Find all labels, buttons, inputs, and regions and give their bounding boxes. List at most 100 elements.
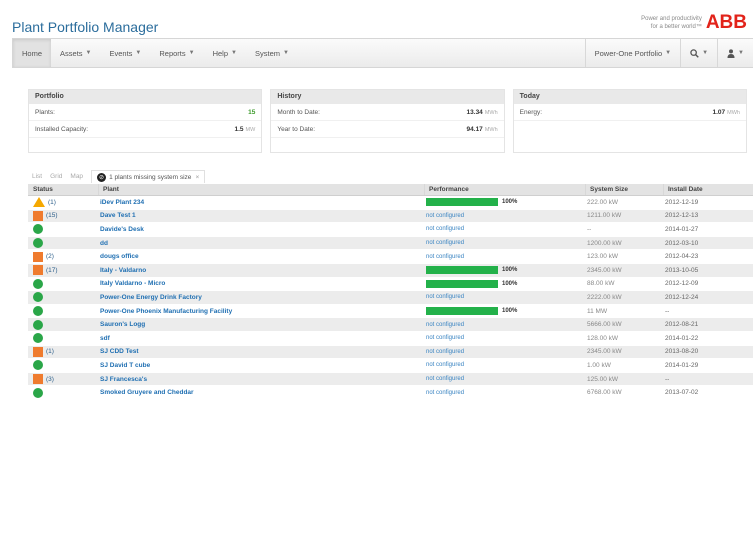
tab-grid[interactable]: Grid bbox=[46, 173, 66, 180]
performance-not-configured[interactable]: not configured bbox=[426, 322, 464, 328]
nav-system-label: System bbox=[254, 48, 280, 58]
column-header-install-date[interactable]: Install Date bbox=[663, 184, 753, 195]
performance-not-configured[interactable]: not configured bbox=[426, 240, 464, 246]
view-tabs: List Grid Map ⊘ 1 plants missing system … bbox=[28, 170, 206, 183]
status-ok-icon bbox=[33, 278, 43, 289]
table-row[interactable]: (17) Italy - Valdarno 100% 2345.00 kW 2013-1… bbox=[28, 263, 753, 278]
nav-assets[interactable]: Assets ▼ bbox=[51, 39, 100, 67]
event-count[interactable]: (3) bbox=[46, 376, 54, 383]
performance-cell: not configured bbox=[424, 226, 585, 232]
performance-not-configured[interactable]: not configured bbox=[426, 226, 464, 232]
column-header-performance-label: Performance bbox=[429, 186, 469, 193]
table-row[interactable]: (2) dougs office not configured 123.00 kW 20… bbox=[28, 250, 753, 264]
status-cell: (17) bbox=[28, 265, 98, 276]
portfolio-selector[interactable]: Power-One Portfolio ▼ bbox=[586, 39, 680, 67]
status-ok-icon bbox=[33, 306, 43, 317]
nav-events[interactable]: Events ▼ bbox=[100, 39, 150, 67]
column-header-performance[interactable]: Performance bbox=[424, 184, 585, 195]
table-row[interactable]: Sauron's Logg not configured 5666.00 kW 201… bbox=[28, 318, 753, 332]
status-cell bbox=[28, 292, 98, 303]
plants-label: Plants: bbox=[35, 109, 55, 116]
plant-link[interactable]: Dave Test 1 bbox=[100, 212, 136, 219]
plants-value[interactable]: 15 bbox=[248, 104, 255, 121]
nav-home[interactable]: Home bbox=[13, 39, 52, 67]
plant-link[interactable]: Power-One Phoenix Manufacturing Facility bbox=[100, 308, 232, 315]
event-count[interactable]: (15) bbox=[46, 212, 58, 219]
filter-chip[interactable]: ⊘ 1 plants missing system size × bbox=[91, 170, 206, 183]
month-to-date-label: Month to Date: bbox=[277, 109, 320, 116]
column-header-status[interactable]: Status bbox=[28, 186, 98, 193]
main-navbar: Home Assets ▼ Events ▼ Reports ▼ Help ▼ Syst… bbox=[12, 38, 753, 68]
plants-row: Plants: 15 bbox=[29, 104, 262, 121]
performance-not-configured[interactable]: not configured bbox=[426, 294, 464, 300]
table-row[interactable]: dd not configured 1200.00 kW 2012-03-10 bbox=[28, 236, 753, 251]
event-count[interactable]: (1) bbox=[46, 348, 54, 355]
plant-link[interactable]: dougs office bbox=[100, 253, 139, 260]
performance-not-configured[interactable]: not configured bbox=[426, 213, 464, 219]
status-ok-icon bbox=[33, 360, 43, 371]
capacity-unit: MW bbox=[245, 127, 256, 133]
plant-link[interactable]: Smoked Gruyere and Cheddar bbox=[100, 389, 194, 396]
table-row[interactable]: Smoked Gruyere and Cheddar not configured… bbox=[28, 386, 753, 400]
plant-link[interactable]: SJ Francesca's bbox=[100, 376, 147, 383]
table-row[interactable]: (3) SJ Francesca's not configured 125.00 kW… bbox=[28, 372, 753, 387]
plant-link[interactable]: Davide's Desk bbox=[100, 226, 144, 233]
plant-link[interactable]: dd bbox=[100, 240, 108, 247]
plant-link[interactable]: SJ CDD Test bbox=[100, 348, 139, 355]
chevron-down-icon: ▼ bbox=[665, 50, 672, 56]
plant-link[interactable]: iDev Plant 234 bbox=[100, 199, 144, 206]
plant-cell: Dave Test 1 bbox=[98, 212, 424, 219]
status-ok-icon bbox=[33, 387, 43, 398]
event-count[interactable]: (1) bbox=[48, 199, 56, 206]
status-alert-icon bbox=[33, 210, 43, 221]
performance-cell: not configured bbox=[424, 390, 585, 396]
event-count[interactable]: (2) bbox=[46, 253, 54, 260]
table-row[interactable]: Power-One Phoenix Manufacturing Facility… bbox=[28, 305, 753, 319]
plant-link[interactable]: Italy Valdarno - Micro bbox=[100, 280, 165, 287]
tagline-line-1: Power and productivity bbox=[641, 16, 702, 22]
column-header-plant[interactable]: Plant bbox=[98, 184, 424, 195]
column-header-system-size[interactable]: System Size bbox=[585, 184, 663, 195]
status-cell bbox=[28, 306, 98, 317]
nav-system[interactable]: System ▼ bbox=[246, 39, 298, 67]
performance-not-configured[interactable]: not configured bbox=[426, 362, 464, 368]
plant-cell: Power-One Phoenix Manufacturing Facility bbox=[98, 308, 424, 315]
table-row[interactable]: SJ David T cube not configured 1.00 kW 2014… bbox=[28, 359, 753, 373]
summary-panels: Portfolio Plants: 15 Installed Capacity:… bbox=[28, 89, 747, 153]
install-date-cell: 2013-10-05 bbox=[665, 266, 699, 274]
performance-percent: 100% bbox=[502, 280, 518, 287]
performance-not-configured[interactable]: not configured bbox=[426, 390, 464, 396]
tab-list[interactable]: List bbox=[28, 173, 46, 180]
event-count[interactable]: (17) bbox=[46, 267, 58, 274]
plant-link[interactable]: sdf bbox=[100, 335, 110, 342]
user-menu-button[interactable]: ▼ bbox=[718, 39, 753, 67]
close-icon[interactable]: × bbox=[195, 174, 199, 181]
search-button[interactable]: ▼ bbox=[681, 39, 717, 67]
plant-cell: iDev Plant 234 bbox=[98, 199, 424, 206]
install-date-cell: 2014-01-22 bbox=[665, 334, 699, 342]
performance-not-configured[interactable]: not configured bbox=[426, 376, 464, 382]
plant-link[interactable]: Sauron's Logg bbox=[100, 321, 145, 328]
performance-not-configured[interactable]: not configured bbox=[426, 335, 464, 341]
portfolio-selector-label: Power-One Portfolio bbox=[594, 48, 663, 58]
table-row[interactable]: Italy Valdarno - Micro 100% 88.00 kW 2012-1… bbox=[28, 278, 753, 292]
performance-not-configured[interactable]: not configured bbox=[426, 254, 464, 260]
table-row[interactable]: (1) iDev Plant 234 100% 222.00 kW 2012-12-19 bbox=[28, 196, 753, 210]
plant-link[interactable]: Power-One Energy Drink Factory bbox=[100, 294, 202, 301]
nav-help[interactable]: Help ▼ bbox=[204, 39, 246, 67]
performance-not-configured[interactable]: not configured bbox=[426, 349, 464, 355]
table-row[interactable]: Davide's Desk not configured -- 2014-01-27 bbox=[28, 223, 753, 237]
table-row[interactable]: (15) Dave Test 1 not configured 1211.00 kW 2… bbox=[28, 209, 753, 224]
table-row[interactable]: (1) SJ CDD Test not configured 2345.00 kW 20… bbox=[28, 345, 753, 360]
tagline: Power and productivity for a better worl… bbox=[641, 15, 702, 31]
install-date-cell: 2013-07-02 bbox=[665, 389, 699, 397]
performance-cell: not configured bbox=[424, 240, 585, 246]
table-row[interactable]: Power-One Energy Drink Factory not config… bbox=[28, 291, 753, 305]
nav-reports[interactable]: Reports ▼ bbox=[150, 39, 203, 67]
plant-link[interactable]: SJ David T cube bbox=[100, 362, 150, 369]
tab-map[interactable]: Map bbox=[66, 173, 87, 180]
plant-link[interactable]: Italy - Valdarno bbox=[100, 267, 146, 274]
performance-cell: not configured bbox=[424, 322, 585, 328]
install-date-cell: -- bbox=[665, 307, 670, 315]
table-row[interactable]: sdf not configured 128.00 kW 2014-01-22 bbox=[28, 332, 753, 346]
